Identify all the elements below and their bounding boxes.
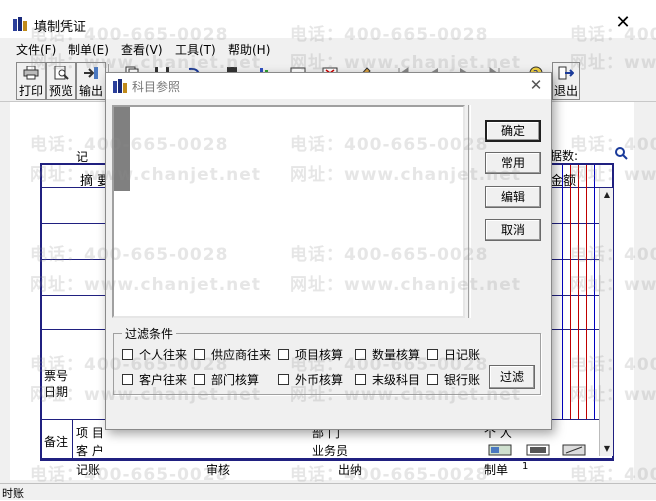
preview-button[interactable]: 预览 (46, 62, 76, 100)
signature-bar: 记账 审核 出纳 制单 1 (40, 460, 614, 477)
remarks-label: 备注 (44, 435, 69, 449)
customer-label: 客 户 (76, 444, 104, 458)
title-bar: 填制凭证 ✕ (0, 0, 656, 38)
bookkeeping-label: 记账 (76, 463, 101, 477)
menu-help[interactable]: 帮助(H) (228, 41, 270, 58)
filter-project-checkbox[interactable]: 项目核算 (278, 346, 343, 363)
export-icon (84, 67, 98, 79)
main-window: 填制凭证 ✕ 文件(F) 制单(E) 查看(V) 工具(T) 帮助(H) 打印 … (0, 0, 656, 500)
ticket-no-label: 票号 (44, 369, 69, 383)
note-icon[interactable] (562, 444, 586, 456)
exit-button[interactable]: 退出 (552, 62, 580, 100)
date-label: 日期 (44, 385, 69, 399)
filter-bank-checkbox[interactable]: 银行账 (427, 371, 480, 388)
cancel-button[interactable]: 取消 (485, 219, 541, 241)
salesperson-label: 业务员 (312, 444, 349, 458)
record-icon[interactable] (526, 444, 550, 456)
ok-button[interactable]: 确定 (485, 120, 541, 142)
filter-supplier-checkbox[interactable]: 供应商往来 (194, 346, 271, 363)
project-label: 项 目 (76, 426, 104, 440)
attached-docs-label: 据数: (550, 149, 579, 163)
printer-icon (23, 66, 39, 80)
filter-leaf-account-checkbox[interactable]: 末级科目 (355, 371, 420, 388)
app-icon (13, 17, 27, 31)
list-header-column (114, 107, 130, 191)
status-text: 时账 (2, 487, 24, 500)
search-icon[interactable] (614, 146, 628, 160)
cashier-label: 出纳 (338, 463, 363, 477)
app-icon (113, 79, 127, 93)
maker-label: 制单 (484, 463, 509, 477)
window-title: 填制凭证 (34, 20, 87, 35)
account-list[interactable] (112, 105, 465, 318)
dialog-title-bar: 科目参照 ✕ (106, 73, 551, 99)
output-button[interactable]: 输出 (76, 62, 106, 100)
voucher-vertical-scrollbar[interactable]: ▲ ▼ (599, 188, 613, 456)
window-close-button[interactable]: ✕ (610, 12, 636, 34)
dialog-divider (468, 105, 471, 318)
filter-foreign-currency-checkbox[interactable]: 外币核算 (278, 371, 343, 388)
status-bar: 时账 (0, 483, 656, 500)
amount-column-header: 金额 (550, 174, 577, 189)
account-reference-dialog: 科目参照 ✕ 确定 常用 编辑 取消 过滤条件 个人往来 供应商往来 项目核算 … (105, 72, 552, 430)
dialog-close-button[interactable]: ✕ (526, 75, 546, 95)
filter-department-checkbox[interactable]: 部门核算 (194, 371, 259, 388)
scroll-down-arrow-icon[interactable]: ▼ (600, 442, 614, 456)
menu-tools[interactable]: 工具(T) (175, 41, 216, 58)
card-icon[interactable] (488, 444, 512, 456)
menu-file[interactable]: 文件(F) (16, 41, 56, 58)
menu-bar: 文件(F) 制单(E) 查看(V) 工具(T) 帮助(H) (0, 38, 656, 60)
print-button[interactable]: 打印 (16, 62, 46, 100)
filter-personal-checkbox[interactable]: 个人往来 (122, 346, 187, 363)
dialog-title: 科目参照 (132, 80, 181, 94)
filter-button[interactable]: 过滤 (489, 365, 535, 389)
scroll-up-arrow-icon[interactable]: ▲ (600, 188, 614, 202)
filter-customer-checkbox[interactable]: 客户往来 (122, 371, 187, 388)
preview-icon (54, 66, 69, 80)
menu-view[interactable]: 查看(V) (121, 41, 163, 58)
common-button[interactable]: 常用 (485, 152, 541, 174)
maker-value: 1 (522, 461, 529, 472)
filter-group: 过滤条件 个人往来 供应商往来 项目核算 数量核算 日记账 客户往来 部门核算 … (113, 325, 541, 395)
filter-quantity-checkbox[interactable]: 数量核算 (355, 346, 420, 363)
menu-voucher[interactable]: 制单(E) (68, 41, 109, 58)
edit-button[interactable]: 编辑 (485, 186, 541, 208)
filter-group-title: 过滤条件 (122, 325, 177, 342)
filter-journal-checkbox[interactable]: 日记账 (427, 346, 480, 363)
review-label: 审核 (206, 463, 231, 477)
exit-icon (558, 66, 574, 80)
